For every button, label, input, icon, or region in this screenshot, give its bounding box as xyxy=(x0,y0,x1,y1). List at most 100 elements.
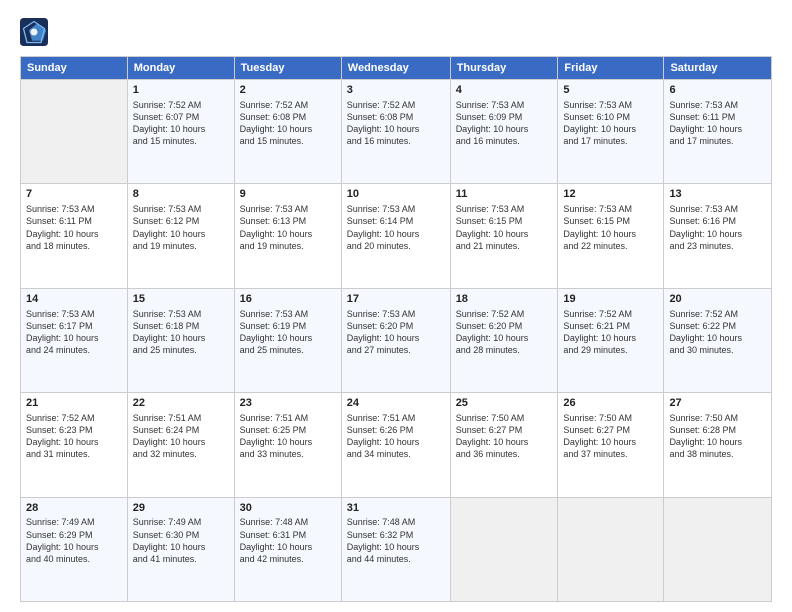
day-number: 4 xyxy=(456,83,553,98)
calendar-cell: 14Sunrise: 7:53 AM Sunset: 6:17 PM Dayli… xyxy=(21,288,128,392)
day-number: 16 xyxy=(240,292,336,307)
day-number: 6 xyxy=(669,83,766,98)
logo xyxy=(20,18,52,46)
day-info: Sunrise: 7:52 AM Sunset: 6:23 PM Dayligh… xyxy=(26,413,99,459)
calendar-header-row: SundayMondayTuesdayWednesdayThursdayFrid… xyxy=(21,57,772,80)
calendar-cell: 17Sunrise: 7:53 AM Sunset: 6:20 PM Dayli… xyxy=(341,288,450,392)
calendar-header-sunday: Sunday xyxy=(21,57,128,80)
day-number: 28 xyxy=(26,501,122,516)
calendar-cell: 10Sunrise: 7:53 AM Sunset: 6:14 PM Dayli… xyxy=(341,184,450,288)
calendar-cell: 15 Sunrise: 7:53 AM Sunset: 6:18 PM Dayli… xyxy=(127,288,234,392)
day-info: Sunrise: 7:48 AM Sunset: 6:32 PM Dayligh… xyxy=(347,517,420,563)
day-info: Sunrise: 7:51 AM Sunset: 6:26 PM Dayligh… xyxy=(347,413,420,459)
day-info: Sunrise: 7:53 AM Sunset: 6:11 PM Dayligh… xyxy=(26,204,99,250)
calendar-cell xyxy=(664,497,772,601)
calendar-cell: 31Sunrise: 7:48 AM Sunset: 6:32 PM Dayli… xyxy=(341,497,450,601)
day-number: 24 xyxy=(347,396,445,411)
day-info: Sunrise: 7:53 AM Sunset: 6:13 PM Dayligh… xyxy=(240,204,313,250)
calendar-cell: 25 Sunrise: 7:50 AM Sunset: 6:27 PM Dayli… xyxy=(450,393,558,497)
calendar-cell: 4Sunrise: 7:53 AM Sunset: 6:09 PM Daylig… xyxy=(450,80,558,184)
day-number: 2 xyxy=(240,83,336,98)
day-number: 25 xyxy=(456,396,553,411)
calendar-header-friday: Friday xyxy=(558,57,664,80)
calendar-cell: 27 Sunrise: 7:50 AM Sunset: 6:28 PM Dayli… xyxy=(664,393,772,497)
day-number: 23 xyxy=(240,396,336,411)
day-info: Sunrise: 7:52 AM Sunset: 6:21 PM Dayligh… xyxy=(563,309,636,355)
calendar-table: SundayMondayTuesdayWednesdayThursdayFrid… xyxy=(20,56,772,602)
day-number: 11 xyxy=(456,187,553,202)
calendar-cell: 26 Sunrise: 7:50 AM Sunset: 6:27 PM Dayli… xyxy=(558,393,664,497)
day-number: 31 xyxy=(347,501,445,516)
day-info: Sunrise: 7:53 AM Sunset: 6:15 PM Dayligh… xyxy=(456,204,529,250)
day-number: 29 xyxy=(133,501,229,516)
day-number: 7 xyxy=(26,187,122,202)
calendar-cell: 13Sunrise: 7:53 AM Sunset: 6:16 PM Dayli… xyxy=(664,184,772,288)
day-info: Sunrise: 7:49 AM Sunset: 6:30 PM Dayligh… xyxy=(133,517,206,563)
calendar-cell: 8 Sunrise: 7:53 AM Sunset: 6:12 PM Daylig… xyxy=(127,184,234,288)
calendar-cell: 21Sunrise: 7:52 AM Sunset: 6:23 PM Dayli… xyxy=(21,393,128,497)
day-info: Sunrise: 7:52 AM Sunset: 6:20 PM Dayligh… xyxy=(456,309,529,355)
calendar-body: 1Sunrise: 7:52 AM Sunset: 6:07 PM Daylig… xyxy=(21,80,772,602)
day-number: 20 xyxy=(669,292,766,307)
day-info: Sunrise: 7:53 AM Sunset: 6:19 PM Dayligh… xyxy=(240,309,313,355)
calendar-week-2: 14Sunrise: 7:53 AM Sunset: 6:17 PM Dayli… xyxy=(21,288,772,392)
calendar-cell: 16 Sunrise: 7:53 AM Sunset: 6:19 PM Dayli… xyxy=(234,288,341,392)
calendar-cell: 3 Sunrise: 7:52 AM Sunset: 6:08 PM Daylig… xyxy=(341,80,450,184)
day-info: Sunrise: 7:51 AM Sunset: 6:24 PM Dayligh… xyxy=(133,413,206,459)
calendar-cell: 29Sunrise: 7:49 AM Sunset: 6:30 PM Dayli… xyxy=(127,497,234,601)
calendar-cell: 2 Sunrise: 7:52 AM Sunset: 6:08 PM Daylig… xyxy=(234,80,341,184)
calendar-cell: 28Sunrise: 7:49 AM Sunset: 6:29 PM Dayli… xyxy=(21,497,128,601)
day-info: Sunrise: 7:53 AM Sunset: 6:17 PM Dayligh… xyxy=(26,309,99,355)
day-number: 8 xyxy=(133,187,229,202)
day-number: 3 xyxy=(347,83,445,98)
day-info: Sunrise: 7:48 AM Sunset: 6:31 PM Dayligh… xyxy=(240,517,313,563)
calendar-header-monday: Monday xyxy=(127,57,234,80)
day-info: Sunrise: 7:50 AM Sunset: 6:28 PM Dayligh… xyxy=(669,413,742,459)
day-info: Sunrise: 7:49 AM Sunset: 6:29 PM Dayligh… xyxy=(26,517,99,563)
calendar-week-4: 28Sunrise: 7:49 AM Sunset: 6:29 PM Dayli… xyxy=(21,497,772,601)
day-info: Sunrise: 7:51 AM Sunset: 6:25 PM Dayligh… xyxy=(240,413,313,459)
day-number: 5 xyxy=(563,83,658,98)
calendar-cell: 11 Sunrise: 7:53 AM Sunset: 6:15 PM Dayli… xyxy=(450,184,558,288)
day-number: 26 xyxy=(563,396,658,411)
calendar-cell: 1Sunrise: 7:52 AM Sunset: 6:07 PM Daylig… xyxy=(127,80,234,184)
day-number: 27 xyxy=(669,396,766,411)
calendar-header-wednesday: Wednesday xyxy=(341,57,450,80)
day-info: Sunrise: 7:53 AM Sunset: 6:20 PM Dayligh… xyxy=(347,309,420,355)
day-info: Sunrise: 7:52 AM Sunset: 6:22 PM Dayligh… xyxy=(669,309,742,355)
calendar-cell xyxy=(558,497,664,601)
day-number: 9 xyxy=(240,187,336,202)
day-number: 19 xyxy=(563,292,658,307)
day-info: Sunrise: 7:52 AM Sunset: 6:07 PM Dayligh… xyxy=(133,100,206,146)
logo-icon xyxy=(20,18,48,46)
calendar-cell: 24 Sunrise: 7:51 AM Sunset: 6:26 PM Dayli… xyxy=(341,393,450,497)
calendar-header-tuesday: Tuesday xyxy=(234,57,341,80)
day-number: 10 xyxy=(347,187,445,202)
day-info: Sunrise: 7:52 AM Sunset: 6:08 PM Dayligh… xyxy=(347,100,420,146)
day-number: 15 xyxy=(133,292,229,307)
day-number: 22 xyxy=(133,396,229,411)
day-number: 12 xyxy=(563,187,658,202)
calendar-cell: 30Sunrise: 7:48 AM Sunset: 6:31 PM Dayli… xyxy=(234,497,341,601)
calendar-cell xyxy=(21,80,128,184)
day-number: 18 xyxy=(456,292,553,307)
day-info: Sunrise: 7:53 AM Sunset: 6:18 PM Dayligh… xyxy=(133,309,206,355)
calendar-week-1: 7 Sunrise: 7:53 AM Sunset: 6:11 PM Daylig… xyxy=(21,184,772,288)
day-info: Sunrise: 7:52 AM Sunset: 6:08 PM Dayligh… xyxy=(240,100,313,146)
calendar-cell: 19 Sunrise: 7:52 AM Sunset: 6:21 PM Dayli… xyxy=(558,288,664,392)
header xyxy=(20,18,772,46)
calendar-cell: 18 Sunrise: 7:52 AM Sunset: 6:20 PM Dayli… xyxy=(450,288,558,392)
day-info: Sunrise: 7:50 AM Sunset: 6:27 PM Dayligh… xyxy=(456,413,529,459)
day-info: Sunrise: 7:53 AM Sunset: 6:15 PM Dayligh… xyxy=(563,204,636,250)
calendar-cell: 20 Sunrise: 7:52 AM Sunset: 6:22 PM Dayli… xyxy=(664,288,772,392)
calendar-header-saturday: Saturday xyxy=(664,57,772,80)
day-info: Sunrise: 7:50 AM Sunset: 6:27 PM Dayligh… xyxy=(563,413,636,459)
calendar-cell: 7 Sunrise: 7:53 AM Sunset: 6:11 PM Daylig… xyxy=(21,184,128,288)
calendar-cell: 9 Sunrise: 7:53 AM Sunset: 6:13 PM Daylig… xyxy=(234,184,341,288)
calendar-week-0: 1Sunrise: 7:52 AM Sunset: 6:07 PM Daylig… xyxy=(21,80,772,184)
calendar-cell: 23 Sunrise: 7:51 AM Sunset: 6:25 PM Dayli… xyxy=(234,393,341,497)
day-info: Sunrise: 7:53 AM Sunset: 6:12 PM Dayligh… xyxy=(133,204,206,250)
calendar-week-3: 21Sunrise: 7:52 AM Sunset: 6:23 PM Dayli… xyxy=(21,393,772,497)
calendar-cell: 6Sunrise: 7:53 AM Sunset: 6:11 PM Daylig… xyxy=(664,80,772,184)
day-number: 13 xyxy=(669,187,766,202)
